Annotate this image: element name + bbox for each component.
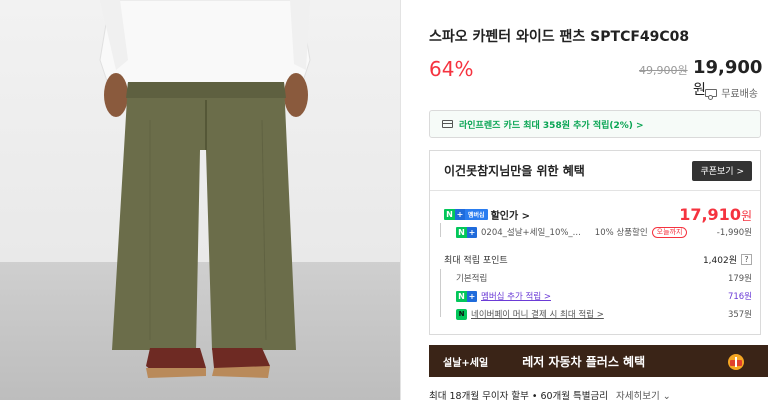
credit-card-icon	[442, 120, 453, 128]
membership-point-row: N + 멤버십 추가 적립 > 716원	[444, 290, 752, 302]
today-only-badge: 오늘까지	[651, 226, 688, 238]
pay-point-row: N 네이버페이 머니 결제 시 최대 적립 > 357원	[444, 308, 752, 320]
point-label: 최대 적립 포인트	[444, 256, 508, 266]
product-page: 스파오 카펜터 와이드 팬츠 SPTCF49C08 64% 49,900원 19…	[0, 0, 768, 400]
basic-point-value: 179원	[727, 274, 752, 284]
coupon-name: 0204_설날+세일_10%_...	[481, 228, 581, 238]
coupon-info: N + 0204_설날+세일_10%_... 10% 상품할인 오늘까지	[444, 226, 688, 238]
pay-point-value: 357원	[727, 310, 752, 320]
discount-rate: 64%	[429, 57, 474, 81]
pay-point-link[interactable]: N 네이버페이 머니 결제 시 최대 적립 >	[444, 308, 604, 320]
sale-price-unit: 원	[693, 82, 706, 98]
installment-text: 최대 18개월 무이자 할부 • 60개월 특별금리	[429, 391, 608, 400]
membership-point-value: 716원	[727, 292, 752, 302]
point-total-row: 최대 적립 포인트 1,402원 ?	[444, 253, 752, 266]
shipping-label: 무료배송	[721, 89, 758, 100]
promo-banner[interactable]: 설날+세일 레저 자동차 플러스 혜택	[429, 345, 768, 377]
benefit-header: 이건못참지님만을 위한 혜택 쿠폰보기 >	[430, 151, 760, 191]
tree-line	[440, 223, 441, 237]
original-price: 49,900원	[639, 64, 688, 77]
card-promo-text: 라인프렌즈 카드 최대 358원 추가 적립(2%) >	[459, 120, 644, 131]
coupon-row: N + 0204_설날+세일_10%_... 10% 상품할인 오늘까지 -1,9…	[444, 226, 752, 238]
product-title: 스파오 카펜터 와이드 팬츠 SPTCF49C08	[429, 29, 690, 45]
gift-icon	[728, 354, 744, 370]
point-total-value: 1,402원	[702, 256, 737, 266]
promo-tag: 설날+세일	[443, 357, 489, 369]
basic-point-label: 기본적립	[456, 274, 488, 284]
installment-detail-link[interactable]: 자세히보기 ⌄	[616, 391, 671, 400]
discounted-label: 할인가 >	[490, 211, 531, 222]
naver-plus-membership-badge: N + 멤버십	[444, 209, 488, 220]
benefit-title: 이건못참지님만을 위한 혜택	[444, 164, 585, 178]
product-image[interactable]	[0, 0, 400, 400]
product-info-panel: 스파오 카펜터 와이드 팬츠 SPTCF49C08 64% 49,900원 19…	[400, 0, 768, 400]
discounted-price: 17,910원	[679, 205, 752, 224]
truck-icon	[705, 88, 718, 100]
basic-point-row: 기본적립 179원	[444, 272, 752, 284]
point-tree-line	[440, 269, 441, 317]
naver-pay-icon: N	[456, 308, 467, 320]
naver-plus-badge: N +	[456, 290, 477, 302]
membership-point-label: 멤버십 추가 적립 >	[481, 292, 551, 302]
discounted-price-row: N + 멤버십 할인가 > 17,910원	[444, 205, 752, 224]
membership-point-link[interactable]: N + 멤버십 추가 적립 >	[444, 290, 551, 302]
installment-info: 최대 18개월 무이자 할부 • 60개월 특별금리 자세히보기 ⌄	[429, 388, 671, 400]
discounted-price-toggle[interactable]: N + 멤버십 할인가 >	[444, 207, 530, 222]
shipping-info: 무료배송	[705, 85, 758, 100]
coupon-rate: 10% 상품할인	[594, 228, 648, 238]
coupon-amount: -1,990원	[716, 228, 752, 238]
card-promo-banner[interactable]: 라인프렌즈 카드 최대 358원 추가 적립(2%) >	[429, 110, 761, 138]
sale-price-value: 19,900	[693, 57, 763, 78]
pay-point-label: 네이버페이 머니 결제 시 최대 적립 >	[471, 310, 604, 320]
point-total: 1,402원 ?	[703, 253, 752, 266]
promo-text: 레저 자동차 플러스 혜택	[522, 354, 646, 369]
benefit-box: 이건못참지님만을 위한 혜택 쿠폰보기 > N + 멤버십 할인가 > 17,910…	[429, 150, 761, 335]
help-icon[interactable]: ?	[741, 254, 752, 265]
coupon-view-button[interactable]: 쿠폰보기 >	[692, 160, 752, 181]
naver-plus-badge: N +	[456, 226, 477, 238]
